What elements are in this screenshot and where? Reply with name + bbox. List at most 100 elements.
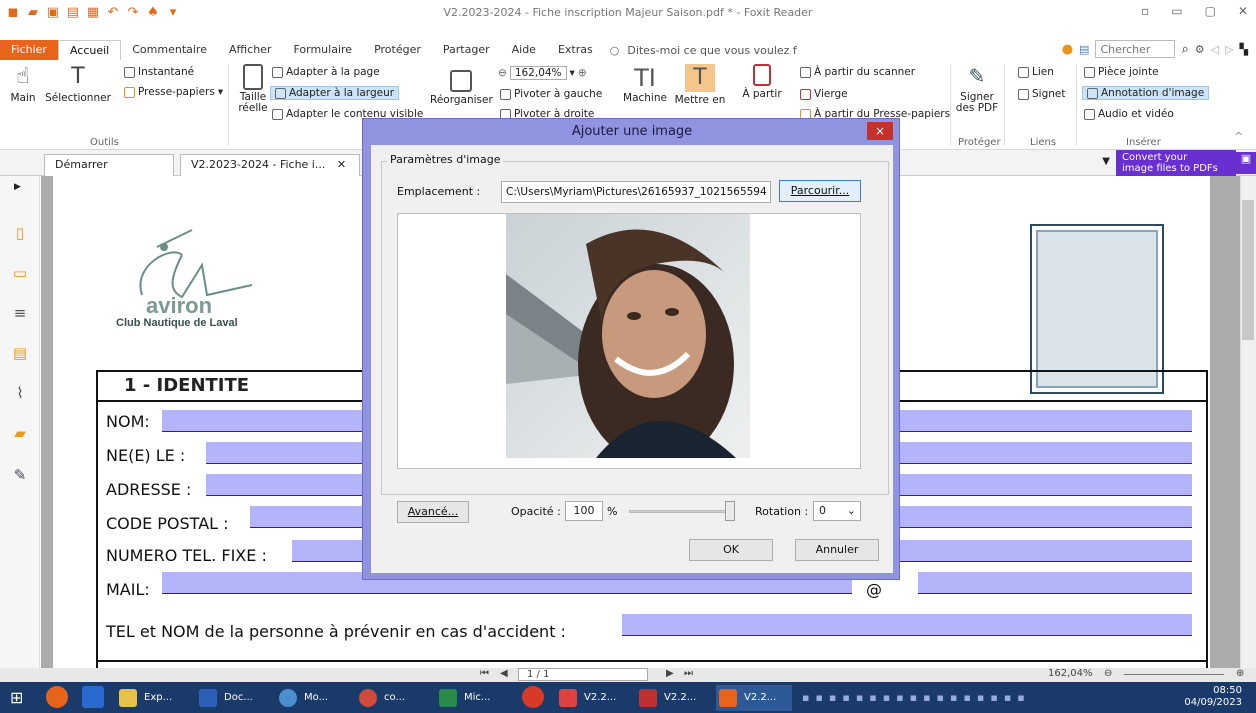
actual-size-button[interactable]: Taille réelle: [232, 64, 274, 114]
taskbar-mo[interactable]: Mo...: [276, 685, 352, 711]
typewriter-button[interactable]: TI Machine: [622, 64, 668, 104]
chrome-pinned-icon[interactable]: [522, 686, 544, 708]
bookmark-button[interactable]: Signet: [1018, 88, 1065, 100]
zoom-slider[interactable]: [1124, 674, 1224, 675]
tab-start[interactable]: Démarrer: [44, 154, 174, 176]
rotation-select[interactable]: 0 ⌄: [813, 501, 861, 521]
attachment-button[interactable]: Pièce jointe: [1084, 66, 1159, 78]
prev-page-icon[interactable]: ◀: [500, 668, 508, 679]
minimize-icon[interactable]: ▭: [1171, 4, 1182, 18]
opacity-slider[interactable]: [629, 510, 735, 513]
ok-button[interactable]: OK: [689, 539, 773, 561]
image-annotation-button[interactable]: Annotation d'image: [1082, 86, 1210, 100]
tab-commentaire[interactable]: Commentaire: [121, 40, 218, 60]
ribbon-options-icon[interactable]: ▫: [1141, 4, 1149, 18]
zoom-combo[interactable]: 162,04%: [509, 66, 567, 80]
status-zoom[interactable]: 162,04%: [1048, 668, 1093, 679]
zoom-out-icon[interactable]: ⊖: [498, 67, 507, 79]
windows-start-icon[interactable]: ⊞: [10, 688, 23, 707]
taskbar-foxit[interactable]: V2.2...: [716, 685, 792, 711]
sign-pdf-button[interactable]: ✎ Signer des PDF: [954, 64, 1000, 114]
taskbar-explorer[interactable]: Exp...: [116, 685, 192, 711]
fit-page-button[interactable]: Adapter à la page: [272, 66, 380, 78]
photo-placeholder[interactable]: [1036, 230, 1158, 388]
image-to-pdf-icon[interactable]: ▣: [1236, 152, 1256, 174]
account-icon[interactable]: ▚: [1240, 43, 1248, 56]
browse-button[interactable]: Parcourir...: [779, 180, 861, 202]
from-file-button[interactable]: À partir: [742, 64, 782, 100]
dialog-close-button[interactable]: ×: [867, 122, 893, 140]
system-tray-icons[interactable]: ▪▪▪▪▪▪▪▪▪▪▪▪▪▪▪▪▪: [802, 691, 1031, 704]
clipboard-button[interactable]: Presse-papiers ▾: [124, 86, 223, 98]
field-urgence[interactable]: [622, 614, 1192, 636]
layers-panel-icon[interactable]: ≡: [12, 304, 28, 322]
notification-icon[interactable]: ●: [1062, 42, 1073, 57]
tab-extras[interactable]: Extras: [547, 40, 604, 60]
highlight-button[interactable]: T Mettre en: [672, 64, 728, 106]
snapshot-button[interactable]: Instantané: [124, 66, 194, 78]
maximize-icon[interactable]: ▢: [1205, 4, 1216, 18]
tab-proteger[interactable]: Protéger: [363, 40, 432, 60]
scrollbar-thumb[interactable]: [1242, 200, 1254, 340]
link-button[interactable]: Lien: [1018, 66, 1054, 78]
zoom-out-icon[interactable]: ⊖: [1104, 668, 1112, 679]
select-tool-button[interactable]: T Sélectionner: [40, 64, 116, 104]
firefox-icon[interactable]: [46, 686, 68, 708]
taskbar-chrome[interactable]: co...: [356, 685, 432, 711]
hand-tool-button[interactable]: ☝ Main: [8, 64, 38, 104]
next-page-icon[interactable]: ▶: [666, 668, 674, 679]
advanced-button[interactable]: Avancé...: [397, 501, 469, 523]
page-number-input[interactable]: 1 / 1: [518, 668, 648, 681]
comments-panel-icon[interactable]: ▤: [12, 344, 28, 362]
pages-panel-icon[interactable]: ▯: [12, 224, 28, 242]
from-scanner-button[interactable]: À partir du scanner: [800, 66, 915, 78]
nav-back-icon[interactable]: ◁: [1211, 43, 1219, 56]
tab-fichier[interactable]: Fichier: [0, 40, 58, 60]
field-mail-domain[interactable]: [918, 572, 1192, 594]
collapse-ribbon-icon[interactable]: ^: [1234, 130, 1243, 143]
convert-banner[interactable]: Convert your image files to PDFs: [1116, 150, 1236, 176]
security-panel-icon[interactable]: ▰: [12, 424, 28, 442]
tab-document[interactable]: V2.2023-2024 - Fiche i... ✕: [180, 154, 360, 176]
bookmarks-panel-icon[interactable]: ▭: [12, 264, 28, 282]
taskbar-clock[interactable]: 08:50 04/09/2023: [1184, 685, 1242, 709]
zoom-in-icon[interactable]: ⊕: [578, 67, 587, 79]
tab-list-icon[interactable]: ▼: [1102, 156, 1110, 167]
tell-me-box[interactable]: Dites-moi ce que vous voulez f: [627, 44, 796, 57]
taskbar-pdf[interactable]: V2.2...: [636, 685, 712, 711]
reorganize-button[interactable]: Réorganiser: [430, 70, 493, 106]
dropbox-icon[interactable]: [82, 686, 104, 708]
nav-forward-icon[interactable]: ▷: [1225, 43, 1233, 56]
last-page-icon[interactable]: ⏭: [684, 668, 693, 679]
search-settings-icon[interactable]: ▤: [1079, 43, 1089, 56]
signature-panel-icon[interactable]: ✎: [12, 466, 28, 484]
audio-video-button[interactable]: Audio et vidéo: [1084, 108, 1174, 120]
location-input[interactable]: C:\Users\Myriam\Pictures\26165937_102156…: [501, 181, 771, 203]
tab-formulaire[interactable]: Formulaire: [282, 40, 363, 60]
taskbar-word[interactable]: Doc...: [196, 685, 272, 711]
opacity-slider-thumb[interactable]: [725, 501, 735, 521]
first-page-icon[interactable]: ⏮: [480, 668, 489, 679]
tab-aide[interactable]: Aide: [501, 40, 547, 60]
cancel-button[interactable]: Annuler: [795, 539, 879, 561]
tab-partager[interactable]: Partager: [432, 40, 501, 60]
attachments-panel-icon[interactable]: ⌇: [12, 384, 28, 402]
close-tab-icon[interactable]: ✕: [337, 158, 346, 171]
taskbar-acrobat[interactable]: V2.2...: [556, 685, 632, 711]
expand-panel-icon[interactable]: ▶: [14, 182, 21, 192]
fit-width-button[interactable]: Adapter à la largeur: [270, 86, 400, 100]
rotate-left-button[interactable]: Pivoter à gauche: [500, 88, 602, 100]
search-icon[interactable]: ⌕: [1181, 42, 1188, 57]
close-window-icon[interactable]: ✕: [1238, 4, 1248, 18]
tab-afficher[interactable]: Afficher: [218, 40, 282, 60]
zoom-control[interactable]: ⊖ 162,04% ▾ ⊕: [498, 66, 587, 80]
tab-accueil[interactable]: Accueil: [57, 40, 122, 60]
dropdown-icon[interactable]: ▾: [570, 67, 575, 79]
settings-icon[interactable]: ⚙: [1195, 43, 1205, 56]
taskbar-excel[interactable]: Mic...: [436, 685, 512, 711]
search-input[interactable]: [1095, 40, 1176, 58]
blank-button[interactable]: Vierge: [800, 88, 848, 100]
lightbulb-icon: ○: [609, 43, 620, 57]
zoom-in-icon[interactable]: ⊕: [1236, 668, 1244, 679]
opacity-input[interactable]: 100: [565, 501, 603, 521]
